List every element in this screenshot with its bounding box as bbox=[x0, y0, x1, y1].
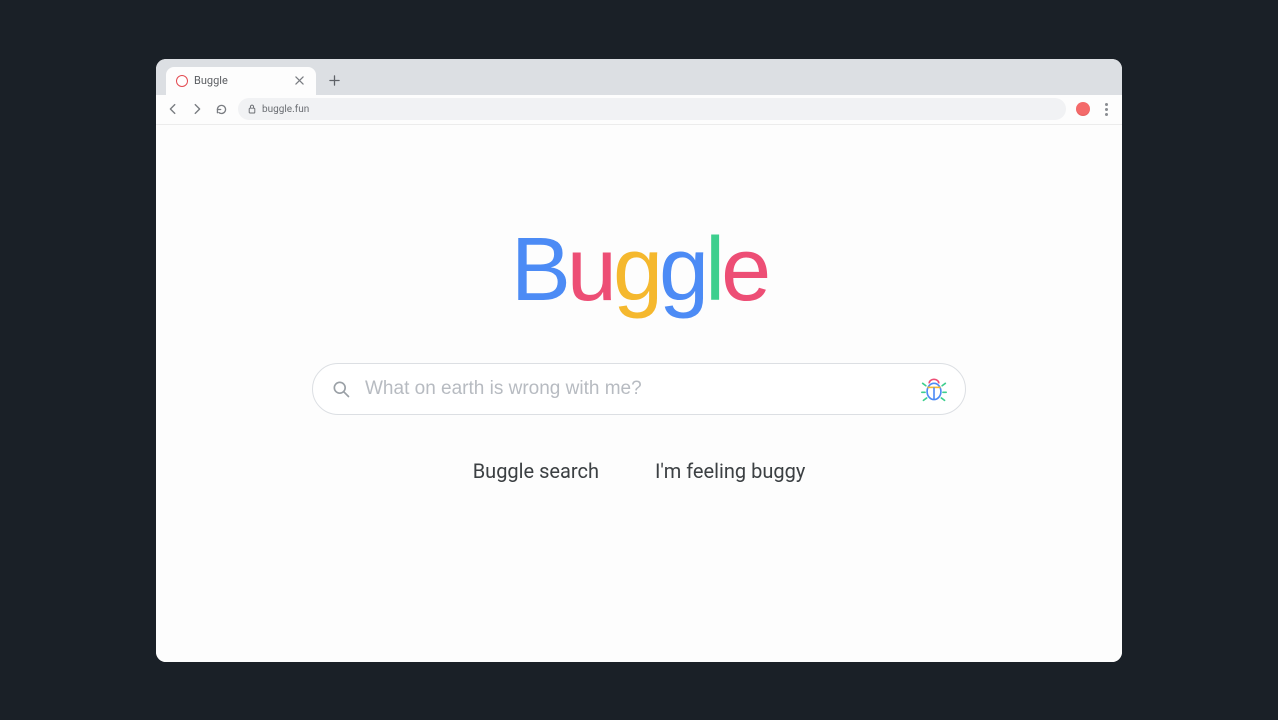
logo-letter: g bbox=[659, 225, 705, 315]
search-box[interactable] bbox=[312, 363, 966, 415]
close-tab-icon[interactable] bbox=[292, 74, 306, 88]
search-button[interactable]: Buggle search bbox=[473, 459, 599, 483]
browser-window: Buggle buggle.fun bbox=[156, 59, 1122, 662]
lock-icon bbox=[248, 104, 256, 114]
logo-letter: l bbox=[705, 225, 721, 315]
reload-button[interactable] bbox=[214, 102, 228, 116]
logo: Buggle bbox=[511, 225, 767, 315]
search-icon bbox=[331, 379, 351, 399]
tab-title: Buggle bbox=[194, 74, 228, 87]
profile-avatar[interactable] bbox=[1076, 102, 1090, 116]
search-input[interactable] bbox=[365, 378, 907, 400]
bug-icon[interactable] bbox=[921, 376, 947, 402]
address-url: buggle.fun bbox=[262, 104, 309, 115]
button-row: Buggle search I'm feeling buggy bbox=[473, 459, 806, 483]
back-button[interactable] bbox=[166, 102, 180, 116]
favicon-icon bbox=[176, 75, 188, 87]
feeling-buggy-button[interactable]: I'm feeling buggy bbox=[655, 459, 805, 483]
logo-letter: u bbox=[567, 225, 613, 315]
tab-bar: Buggle bbox=[156, 59, 1122, 95]
browser-menu-icon[interactable] bbox=[1100, 103, 1112, 116]
new-tab-button[interactable] bbox=[322, 69, 346, 93]
forward-button[interactable] bbox=[190, 102, 204, 116]
logo-letter: e bbox=[721, 225, 767, 315]
browser-toolbar: buggle.fun bbox=[156, 95, 1122, 125]
logo-letter: g bbox=[613, 225, 659, 315]
page-content: Buggle bbox=[156, 125, 1122, 662]
browser-tab[interactable]: Buggle bbox=[166, 67, 316, 95]
address-bar[interactable]: buggle.fun bbox=[238, 98, 1066, 120]
logo-letter: B bbox=[511, 225, 567, 315]
